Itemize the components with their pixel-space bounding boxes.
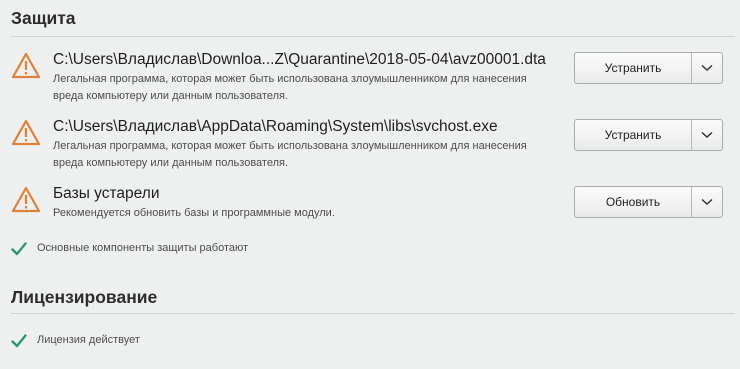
threat-item-title: C:\Users\Владислав\AppData\Roaming\Syste…	[53, 118, 498, 135]
protection-status: Основные компоненты защиты работают	[11, 241, 411, 259]
update-button[interactable]: Обновить	[575, 187, 692, 217]
chevron-down-icon[interactable]	[692, 120, 722, 150]
threat-item-description: Легальная программа, которая может быть …	[53, 73, 527, 102]
fix-button[interactable]: Устранить	[575, 53, 692, 83]
warning-triangle-icon	[11, 186, 41, 213]
databases-outdated-description: Рекомендуется обновить базы и программны…	[53, 207, 335, 219]
chevron-down-icon[interactable]	[692, 53, 722, 83]
fix-split-button: Устранить	[574, 52, 723, 84]
checkmark-icon	[11, 334, 27, 348]
fix-button[interactable]: Устранить	[575, 120, 692, 150]
threat-item-1: C:\Users\Владислав\Downloa...Z\Quarantin…	[0, 49, 740, 109]
update-split-button: Обновить	[574, 186, 723, 218]
licensing-divider	[11, 313, 735, 314]
threat-item-description: Легальная программа, которая может быть …	[53, 140, 527, 169]
databases-outdated-item: Базы устарели Рекомендуется обновить баз…	[0, 183, 740, 227]
checkmark-icon	[11, 242, 27, 256]
threat-item-title: C:\Users\Владислав\Downloa...Z\Quarantin…	[53, 51, 546, 68]
license-status: Лицензия действует	[11, 333, 411, 351]
warning-triangle-icon	[11, 119, 41, 146]
threat-item-2: C:\Users\Владислав\AppData\Roaming\Syste…	[0, 116, 740, 176]
databases-outdated-title: Базы устарели	[53, 185, 160, 202]
protection-status-text: Основные компоненты защиты работают	[37, 242, 249, 254]
licensing-section-title: Лицензирование	[11, 287, 158, 307]
license-status-text: Лицензия действует	[37, 334, 140, 346]
warning-triangle-icon	[11, 52, 41, 79]
fix-split-button: Устранить	[574, 119, 723, 151]
chevron-down-icon[interactable]	[692, 187, 722, 217]
protection-section-title: Защита	[11, 8, 76, 28]
protection-divider	[11, 36, 735, 37]
